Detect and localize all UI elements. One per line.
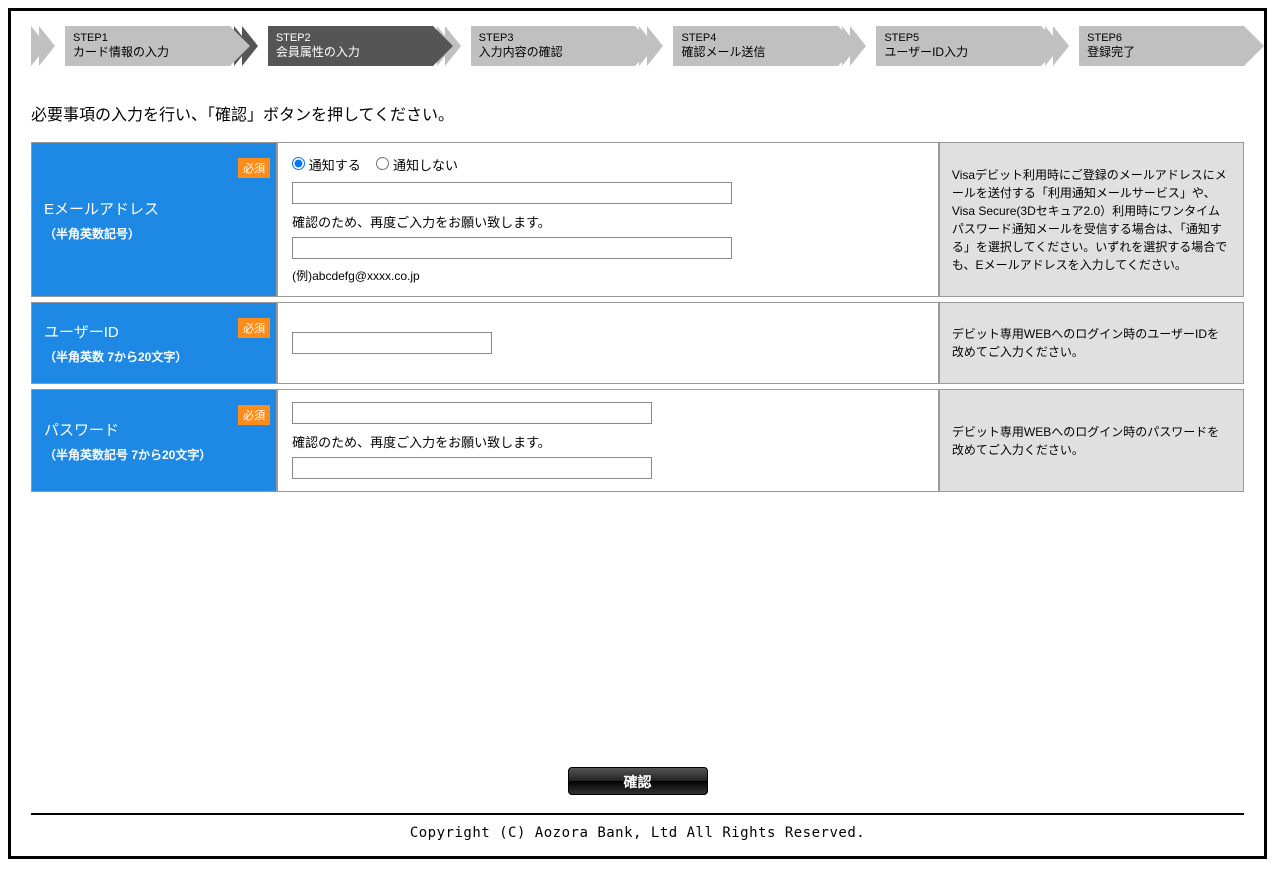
required-badge: 必須 [238,405,270,425]
copyright-text: Copyright (C) Aozora Bank, Ltd All Right… [31,825,1244,841]
step-num: STEP5 [884,32,1041,45]
step-label: 登録完了 [1087,45,1244,59]
userid-label: ユーザーID [44,321,264,342]
step-3: STEP3 入力内容の確認 [437,26,636,66]
notify-no-radio[interactable] [376,157,389,170]
step-6: STEP6 登録完了 [1045,26,1244,66]
step-1: STEP1 カード情報の入力 [31,26,230,66]
step-num: STEP2 [276,32,433,45]
email-label-sub: （半角英数記号） [44,225,264,242]
email-input-cell: 通知する 通知しない 確認のため、再度ご入力をお願い致します。 (例)abcde… [277,142,939,297]
step-label: 入力内容の確認 [479,45,636,59]
userid-input[interactable] [292,332,492,354]
password-input-cell: 確認のため、再度ご入力をお願い致します。 [277,389,939,492]
notify-yes-text: 通知する [309,158,361,173]
password-input[interactable] [292,402,652,424]
notify-no-text: 通知しない [393,158,458,173]
notify-radio-label[interactable]: 通知する [292,158,364,173]
step-num: STEP1 [73,32,230,45]
step-2-active: STEP2 会員属性の入力 [234,26,433,66]
step-num: STEP3 [479,32,636,45]
password-label: パスワード [44,419,264,440]
password-confirm-text: 確認のため、再度ご入力をお願い致します。 [292,432,924,451]
email-confirm-input[interactable] [292,237,732,259]
userid-input-cell [277,302,939,384]
step-label: カード情報の入力 [73,45,230,59]
footer-divider [31,813,1244,815]
password-help: デビット専用WEBへのログイン時のパスワードを改めてご入力ください。 [939,389,1244,492]
step-label: 確認メール送信 [681,45,838,59]
email-help: Visaデビット利用時にご登録のメールアドレスにメールを送付する「利用通知メール… [939,142,1244,297]
step-num: STEP4 [681,32,838,45]
required-badge: 必須 [238,318,270,338]
userid-row: 必須 ユーザーID （半角英数 7から20文字） デビット専用WEBへのログイン… [31,302,1244,384]
password-label-sub: （半角英数記号 7から20文字） [44,446,264,463]
email-row: 必須 Eメールアドレス （半角英数記号） 通知する 通知しない 確認のため、再度… [31,142,1244,297]
email-label-cell: 必須 Eメールアドレス （半角英数記号） [31,142,277,297]
userid-label-cell: 必須 ユーザーID （半角英数 7から20文字） [31,302,277,384]
email-example: (例)abcdefg@xxxx.co.jp [292,267,924,284]
userid-help: デビット専用WEBへのログイン時のユーザーIDを改めてご入力ください。 [939,302,1244,384]
password-label-cell: 必須 パスワード （半角英数記号 7から20文字） [31,389,277,492]
step-num: STEP6 [1087,32,1244,45]
email-input[interactable] [292,182,732,204]
form-table: 必須 Eメールアドレス （半角英数記号） 通知する 通知しない 確認のため、再度… [31,137,1244,497]
confirm-button[interactable]: 確認 [568,767,708,795]
step-indicator: STEP1 カード情報の入力 STEP2 会員属性の入力 STEP3 入力内容の… [31,26,1244,66]
step-label: ユーザーID入力 [884,45,1041,59]
userid-label-sub: （半角英数 7から20文字） [44,348,264,365]
step-4: STEP4 確認メール送信 [639,26,838,66]
email-label: Eメールアドレス [44,198,264,219]
notify-yes-radio[interactable] [292,157,305,170]
no-notify-radio-label[interactable]: 通知しない [376,158,458,173]
password-row: 必須 パスワード （半角英数記号 7から20文字） 確認のため、再度ご入力をお願… [31,389,1244,492]
step-5: STEP5 ユーザーID入力 [842,26,1041,66]
email-confirm-text: 確認のため、再度ご入力をお願い致します。 [292,212,924,231]
password-confirm-input[interactable] [292,457,652,479]
required-badge: 必須 [238,158,270,178]
step-label: 会員属性の入力 [276,45,433,59]
instruction-text: 必要事項の入力を行い、「確認」ボタンを押してください。 [31,101,1244,125]
